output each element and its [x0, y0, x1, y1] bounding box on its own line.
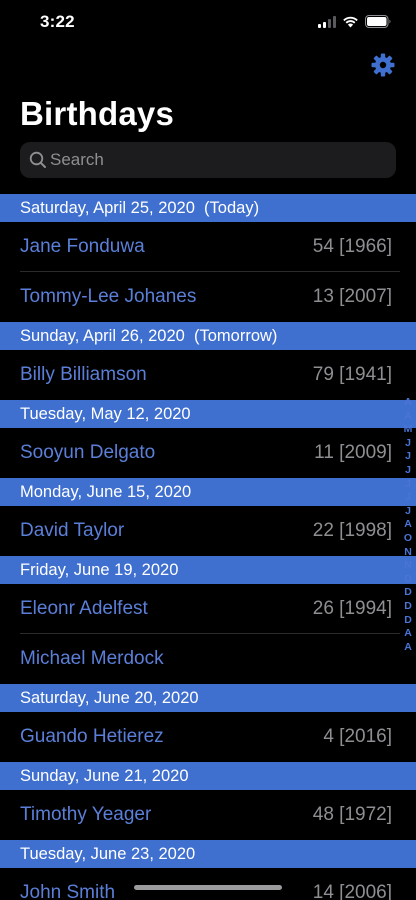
index-letter[interactable]: J [401, 505, 415, 519]
person-name: John Smith [20, 882, 116, 900]
list-item[interactable]: Billy Billiamson 79 [1941] [0, 350, 416, 400]
person-name: Timothy Yeager [20, 804, 152, 825]
list-item[interactable]: Sooyun Delgato 11 [2009] [0, 428, 416, 478]
section-header: Sunday, April 26, 2020 (Tomorrow) [0, 322, 416, 350]
search-input[interactable] [50, 142, 380, 178]
person-name: Sooyun Delgato [20, 442, 156, 463]
settings-button[interactable] [368, 52, 398, 82]
index-letter[interactable]: D [401, 586, 415, 600]
list-item[interactable]: Guando Hetierez 4 [2016] [0, 712, 416, 762]
index-letter[interactable]: D [401, 600, 415, 614]
wifi-icon [342, 15, 359, 28]
index-letter[interactable]: O [401, 532, 415, 546]
person-age: 54 [1966] [312, 236, 392, 257]
status-icons [318, 15, 392, 28]
status-bar: 3:22 [0, 0, 416, 46]
page-title: Birthdays [20, 95, 175, 132]
search-icon [29, 151, 47, 174]
person-age: 26 [1994] [312, 598, 392, 619]
index-letter[interactable]: M [401, 423, 415, 437]
index-letter[interactable]: A [401, 410, 415, 424]
index-letter[interactable]: J [401, 437, 415, 451]
index-letter[interactable]: A [401, 518, 415, 532]
cellular-signal-icon [318, 15, 336, 28]
index-letter[interactable]: D [401, 573, 415, 587]
person-name: Eleonr Adelfest [20, 598, 148, 619]
list-item[interactable]: Tommy-Lee Johanes 13 [2007] [0, 272, 416, 322]
index-letter[interactable]: J [401, 491, 415, 505]
index-letter[interactable]: N [401, 546, 415, 560]
person-name: Tommy-Lee Johanes [20, 286, 197, 307]
birthday-list: Saturday, April 25, 2020 (Today) Jane Fo… [0, 194, 416, 900]
index-letter[interactable]: J [401, 478, 415, 492]
list-item[interactable]: John Smith 14 [2006] [0, 868, 416, 900]
person-age: 13 [2007] [312, 286, 392, 307]
gear-icon [370, 52, 396, 83]
section-header: Friday, June 19, 2020 [0, 556, 416, 584]
section-header: Saturday, June 20, 2020 [0, 684, 416, 712]
person-name: Michael Merdock [20, 648, 164, 669]
person-age: 79 [1941] [312, 364, 392, 385]
person-name: Jane Fonduwa [20, 236, 145, 257]
index-letter[interactable]: J [401, 464, 415, 478]
battery-icon [365, 15, 392, 28]
person-name: Billy Billiamson [20, 364, 147, 385]
person-name: Guando Hetierez [20, 726, 164, 747]
index-letter[interactable]: J [401, 450, 415, 464]
list-item[interactable]: David Taylor 22 [1998] [0, 506, 416, 556]
section-header: Tuesday, May 12, 2020 [0, 400, 416, 428]
index-letter[interactable]: D [401, 614, 415, 628]
home-indicator [134, 885, 282, 890]
section-header: Tuesday, June 23, 2020 [0, 840, 416, 868]
index-letter[interactable]: N [401, 559, 415, 573]
section-header: Sunday, June 21, 2020 [0, 762, 416, 790]
list-item[interactable]: Eleonr Adelfest 26 [1994] [0, 584, 416, 634]
person-age: 22 [1998] [312, 520, 392, 541]
list-item[interactable]: Michael Merdock [0, 634, 416, 684]
search-field[interactable] [20, 142, 396, 178]
section-index[interactable]: A A M J J J J J J A O N N D D D D A A [401, 396, 415, 654]
index-letter[interactable]: A [401, 641, 415, 655]
section-header: Saturday, April 25, 2020 (Today) [0, 194, 416, 222]
birthdays-screen: 3:22 Birthdays Search Saturday, April 25… [0, 0, 416, 900]
person-age: 4 [2016] [323, 726, 392, 747]
index-letter[interactable]: A [401, 396, 415, 410]
list-item[interactable]: Timothy Yeager 48 [1972] [0, 790, 416, 840]
person-age: 48 [1972] [312, 804, 392, 825]
person-name: David Taylor [20, 520, 125, 541]
section-header: Monday, June 15, 2020 [0, 478, 416, 506]
status-time: 3:22 [40, 12, 75, 31]
index-letter[interactable]: A [401, 627, 415, 641]
person-age: 11 [2009] [314, 442, 392, 463]
list-item[interactable]: Jane Fonduwa 54 [1966] [0, 222, 416, 272]
person-age: 14 [2006] [312, 882, 392, 900]
